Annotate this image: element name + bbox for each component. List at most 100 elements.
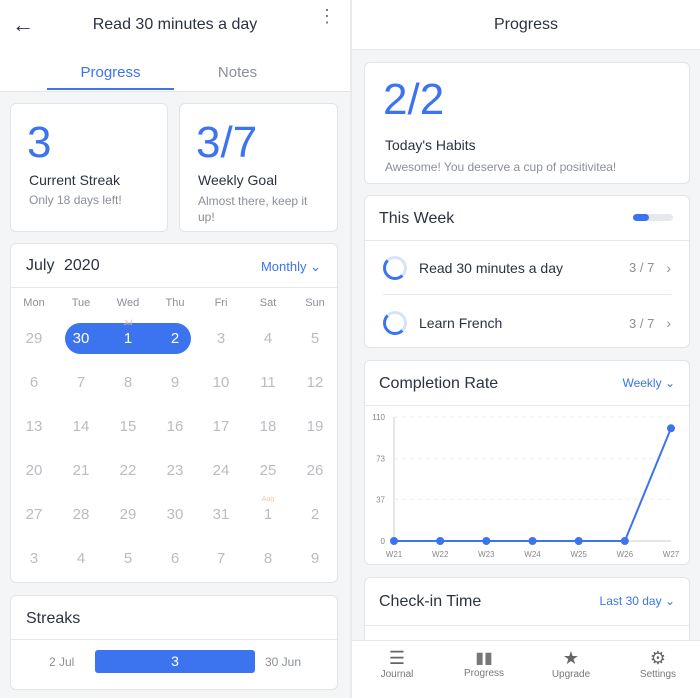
weekday-label: Sat: [259, 297, 277, 309]
checkin-mode-dropdown[interactable]: Last 30 day ⌄: [600, 594, 675, 608]
data-point: [528, 537, 537, 545]
calendar-day[interactable]: 4: [248, 330, 288, 347]
tab-progress[interactable]: Progress: [47, 64, 174, 81]
calendar-day[interactable]: 3: [201, 330, 241, 347]
chevron-down-icon: ⌄: [664, 594, 675, 608]
calendar-day[interactable]: 7: [201, 550, 241, 567]
calendar-day[interactable]: 1: [248, 506, 288, 523]
calendar-day[interactable]: 30: [61, 330, 101, 347]
streak-sub: Only 18 days left!: [29, 193, 122, 207]
habit-title: Read 30 minutes a day: [92, 16, 258, 33]
calendar-day[interactable]: 8: [248, 550, 288, 567]
chevron-right-icon: ›: [666, 259, 671, 276]
calendar-day[interactable]: 18: [248, 418, 288, 435]
calendar-day[interactable]: 19: [295, 418, 335, 435]
calendar-day[interactable]: 6: [14, 374, 54, 391]
habit-row[interactable]: Learn French 3 / 7 ›: [383, 296, 671, 347]
nav-upgrade[interactable]: ★ Upgrade: [531, 648, 611, 680]
nav-label: Progress: [463, 668, 504, 679]
nav-journal[interactable]: ☰ Journal: [357, 648, 437, 680]
calendar-day[interactable]: 31: [201, 506, 241, 523]
calendar-day[interactable]: 28: [61, 506, 101, 523]
calendar-day[interactable]: 9: [295, 550, 335, 567]
calendar-day[interactable]: 23: [155, 462, 195, 479]
checkin-title: Check-in Time: [379, 593, 482, 610]
calendar-month: July: [26, 257, 55, 274]
x-tick-label: W23: [478, 550, 495, 559]
streak-bar: 3: [95, 650, 255, 673]
calendar-day[interactable]: 22: [108, 462, 148, 479]
mode-label: Weekly: [622, 376, 662, 390]
y-tick-label: 37: [376, 495, 385, 504]
calendar-day[interactable]: 21: [61, 462, 101, 479]
this-week-title: This Week: [379, 210, 455, 227]
weekday-label: Tue: [71, 297, 91, 309]
nav-settings[interactable]: ⚙ Settings: [618, 648, 698, 680]
habit-row[interactable]: Read 30 minutes a day 3 / 7 ›: [383, 241, 671, 295]
checkin-time-card: Check-in Time Last 30 day ⌄: [364, 577, 690, 647]
calendar-day[interactable]: 2: [155, 330, 195, 347]
star-icon: ★: [562, 648, 580, 668]
calendar-day[interactable]: 10: [201, 374, 241, 391]
completion-mode-dropdown[interactable]: Weekly ⌄: [622, 376, 675, 390]
calendar-day[interactable]: 26: [295, 462, 335, 479]
calendar-day[interactable]: 2: [295, 506, 335, 523]
calendar-day[interactable]: 8: [108, 374, 148, 391]
calendar-day[interactable]: 1: [108, 330, 148, 347]
streak-label: Current Streak: [29, 172, 121, 188]
calendar-day[interactable]: 4: [61, 550, 101, 567]
nav-progress[interactable]: ▮▮ Progress: [444, 648, 524, 679]
calendar-day[interactable]: 6: [155, 550, 195, 567]
calendar-day[interactable]: 9: [155, 374, 195, 391]
calendar-day[interactable]: 3: [14, 550, 54, 567]
calendar-day[interactable]: 5: [108, 550, 148, 567]
data-point: [436, 537, 445, 545]
gear-icon: ⚙: [649, 648, 667, 668]
calendar-mode-dropdown[interactable]: Monthly ⌄: [261, 259, 321, 275]
calendar-day[interactable]: 13: [14, 418, 54, 435]
calendar-day[interactable]: 30: [155, 506, 195, 523]
today-sub: Awesome! You deserve a cup of positivite…: [385, 160, 617, 174]
calendar-day[interactable]: 25: [248, 462, 288, 479]
calendar-day[interactable]: 20: [14, 462, 54, 479]
header: ← Read 30 minutes a day ⋮: [0, 0, 350, 50]
habit-detail-panel: ← Read 30 minutes a day ⋮ Progress Notes…: [0, 0, 350, 698]
calendar-day[interactable]: 5: [295, 330, 335, 347]
y-tick-label: 73: [376, 455, 385, 464]
x-tick-label: W22: [432, 550, 449, 559]
calendar-day[interactable]: 29: [14, 330, 54, 347]
streak-start: 2 Jul: [49, 655, 75, 669]
completion-title: Completion Rate: [379, 375, 499, 392]
calendar-day[interactable]: 15: [108, 418, 148, 435]
page-title: Progress: [493, 16, 559, 33]
current-streak-card: 3 Current Streak Only 18 days left!: [10, 103, 168, 232]
goal-sub: Almost there, keep it up!: [198, 194, 308, 224]
calendar-day[interactable]: 29: [108, 506, 148, 523]
calendar-day[interactable]: 7: [61, 374, 101, 391]
streak-value: 3: [27, 118, 52, 167]
nav-label: Settings: [639, 669, 677, 680]
header: Progress: [352, 0, 700, 50]
calendar-day[interactable]: 14: [61, 418, 101, 435]
x-tick-label: W21: [386, 550, 403, 559]
series-line: [394, 427, 672, 542]
calendar-day[interactable]: 16: [155, 418, 195, 435]
calendar-day[interactable]: 17: [201, 418, 241, 435]
habit-name: Read 30 minutes a day: [419, 259, 563, 276]
chevron-down-icon: ⌄: [310, 259, 321, 274]
this-week-card: This Week Read 30 minutes a day 3 / 7 › …: [364, 195, 690, 348]
more-options-icon[interactable]: ⋮: [318, 7, 336, 25]
tab-notes[interactable]: Notes: [174, 64, 301, 81]
calendar-day[interactable]: 24: [201, 462, 241, 479]
calendar-day[interactable]: 27: [14, 506, 54, 523]
habit-name: Learn French: [419, 315, 503, 331]
data-point: [482, 537, 491, 545]
weekday-label: Fri: [214, 297, 228, 309]
calendar-day[interactable]: 12: [295, 374, 335, 391]
journal-icon: ☰: [388, 648, 406, 668]
calendar-day[interactable]: 11: [248, 374, 288, 391]
weekday-label: Wed: [116, 297, 140, 309]
today-value: 2/2: [383, 75, 445, 124]
nav-label: Upgrade: [551, 669, 591, 680]
completion-chart: 0 37 73 110 W21 W22 W23 W24 W25 W26 W27: [372, 413, 680, 559]
